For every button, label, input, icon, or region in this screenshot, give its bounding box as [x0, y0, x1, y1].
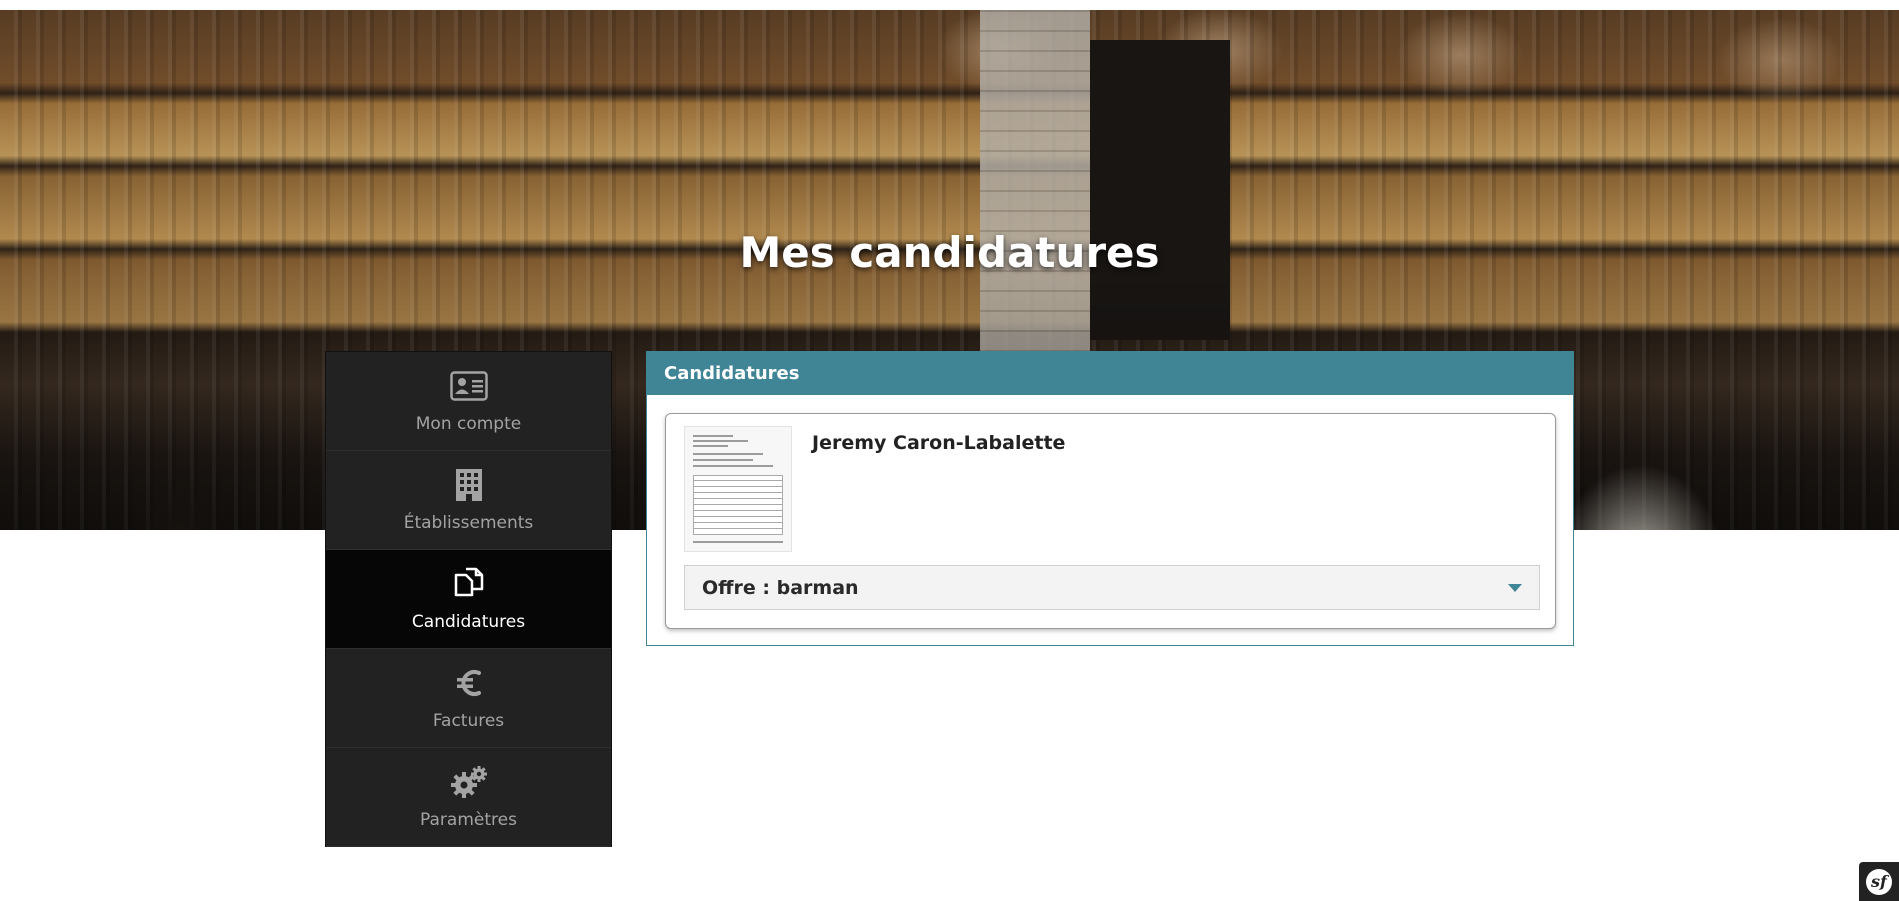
applicant-name: Jeremy Caron-Labalette — [812, 432, 1066, 454]
euro-icon — [455, 665, 483, 701]
sidebar: Mon compte Établissements Candidatures F… — [325, 351, 612, 847]
page-title: Mes candidatures — [739, 228, 1160, 277]
cv-thumbnail[interactable] — [684, 426, 792, 552]
sidebar-item-label: Mon compte — [415, 414, 522, 434]
applications-panel: Candidatures Jeremy Caron-Labalette Offr… — [646, 351, 1574, 646]
sidebar-item-label: Établissements — [403, 513, 534, 533]
symfony-icon: sf — [1866, 868, 1892, 895]
symfony-toolbar-button[interactable]: sf — [1859, 862, 1899, 901]
sidebar-item-etablissements[interactable]: Établissements — [326, 451, 611, 550]
offer-accordion[interactable]: Offre : barman — [684, 565, 1540, 610]
sidebar-item-mon-compte[interactable]: Mon compte — [326, 352, 611, 451]
caret-down-icon — [1508, 583, 1522, 592]
sidebar-item-label: Paramètres — [420, 810, 517, 830]
application-card: Jeremy Caron-Labalette Offre : barman — [665, 413, 1556, 629]
id-card-icon — [449, 368, 488, 404]
offer-label: Offre : barman — [702, 576, 859, 599]
panel-title: Candidatures — [647, 352, 1573, 395]
building-icon — [455, 467, 483, 503]
sidebar-item-label: Factures — [432, 711, 505, 731]
gears-icon — [450, 764, 488, 800]
sidebar-item-label: Candidatures — [411, 612, 526, 632]
sidebar-item-factures[interactable]: Factures — [326, 649, 611, 748]
sidebar-item-parametres[interactable]: Paramètres — [326, 748, 611, 847]
sidebar-item-candidatures[interactable]: Candidatures — [326, 550, 611, 649]
documents-icon — [452, 566, 486, 602]
